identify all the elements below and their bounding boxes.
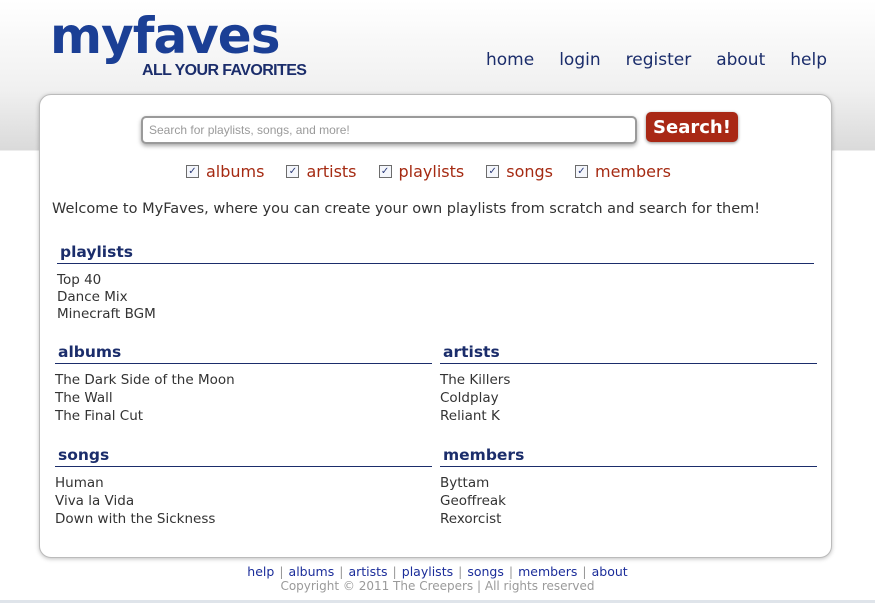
filter-label: playlists	[398, 162, 465, 181]
list-item[interactable]: Human	[55, 474, 432, 492]
nav-home-link[interactable]: home	[486, 50, 534, 70]
filter-songs[interactable]: ✓ songs	[486, 162, 553, 181]
list-item[interactable]: Reliant K	[440, 407, 817, 425]
top-nav: home login register about help	[486, 50, 827, 70]
list-item[interactable]: The Final Cut	[55, 407, 432, 425]
filter-playlists[interactable]: ✓ playlists	[378, 162, 465, 181]
main-panel: Search! ✓ albums ✓ artists ✓ playlists ✓…	[39, 94, 832, 558]
list-item[interactable]: Down with the Sickness	[55, 510, 432, 528]
site-logo[interactable]: myfaves ALL YOUR FAVORITES	[50, 8, 307, 79]
filter-label: members	[595, 162, 671, 181]
footer-separator: |	[458, 564, 463, 579]
songs-section: songs Human Viva la Vida Down with the S…	[55, 446, 432, 528]
search-input[interactable]	[141, 116, 637, 144]
footer-separator: |	[508, 564, 514, 579]
filter-label: songs	[506, 162, 553, 181]
list-item[interactable]: Rexorcist	[440, 510, 817, 528]
filter-members[interactable]: ✓ members	[575, 162, 671, 181]
section-title: artists	[440, 343, 817, 364]
footer-separator: |	[339, 564, 344, 579]
footer-separator: |	[392, 564, 397, 579]
checkbox-checked-icon[interactable]: ✓	[575, 165, 588, 178]
artists-section: artists The Killers Coldplay Reliant K	[440, 343, 817, 425]
list-item[interactable]: The Dark Side of the Moon	[55, 371, 432, 389]
search-filters: ✓ albums ✓ artists ✓ playlists ✓ songs ✓…	[186, 162, 671, 181]
checkbox-checked-icon[interactable]: ✓	[378, 165, 392, 178]
list-item[interactable]: Coldplay	[440, 389, 817, 407]
copyright-text: Copyright © 2011 The Creepers | All righ…	[280, 579, 595, 593]
logo-wordmark[interactable]: myfaves	[50, 8, 280, 64]
footer-link-about[interactable]: about	[592, 564, 628, 579]
checkbox-checked-icon[interactable]: ✓	[486, 165, 500, 178]
section-title: albums	[55, 343, 432, 364]
filter-artists[interactable]: ✓ artists	[286, 162, 357, 181]
footer-separator: |	[279, 564, 284, 579]
section-title: songs	[55, 446, 432, 467]
filter-label: albums	[206, 162, 265, 181]
list-item[interactable]: Viva la Vida	[55, 492, 432, 510]
filter-label: artists	[306, 162, 357, 181]
footer-link-help[interactable]: help	[247, 564, 274, 579]
list-item[interactable]: Minecraft BGM	[57, 305, 814, 323]
section-title: playlists	[57, 243, 814, 264]
nav-about-link[interactable]: about	[716, 50, 765, 70]
footer-link-members[interactable]: members	[518, 564, 577, 579]
footer-link-albums[interactable]: albums	[289, 564, 335, 579]
footer-nav: help | albums | artists | playlists | songs | memb…	[0, 564, 875, 579]
members-section: members Byttam Geoffreak Rexorcist	[440, 446, 817, 528]
nav-register-link[interactable]: register	[626, 50, 692, 70]
checkbox-checked-icon[interactable]: ✓	[186, 165, 199, 178]
checkbox-checked-icon[interactable]: ✓	[286, 165, 300, 178]
filter-albums[interactable]: ✓ albums	[186, 162, 264, 181]
list-item[interactable]: Dance Mix	[57, 289, 814, 305]
nav-help-link[interactable]: help	[790, 50, 827, 70]
nav-login-link[interactable]: login	[559, 50, 600, 70]
list-item[interactable]: The Wall	[55, 389, 432, 407]
albums-section: albums The Dark Side of the Moon The Wal…	[55, 343, 432, 425]
logo-tagline: ALL YOUR FAVORITES	[142, 62, 307, 79]
welcome-text: Welcome to MyFaves, where you can create…	[52, 201, 761, 217]
list-item[interactable]: The Killers	[440, 371, 817, 389]
footer-link-songs[interactable]: songs	[467, 564, 504, 579]
playlists-section: playlists Top 40 Dance Mix Minecraft BGM	[57, 243, 814, 323]
list-item[interactable]: Byttam	[440, 474, 817, 492]
footer-link-artists[interactable]: artists	[348, 564, 387, 579]
section-title: members	[440, 446, 817, 467]
search-button[interactable]: Search!	[646, 112, 738, 142]
footer-separator: |	[582, 564, 587, 579]
list-item[interactable]: Geoffreak	[440, 492, 817, 510]
footer-link-playlists[interactable]: playlists	[402, 564, 453, 579]
list-item[interactable]: Top 40	[57, 271, 814, 289]
